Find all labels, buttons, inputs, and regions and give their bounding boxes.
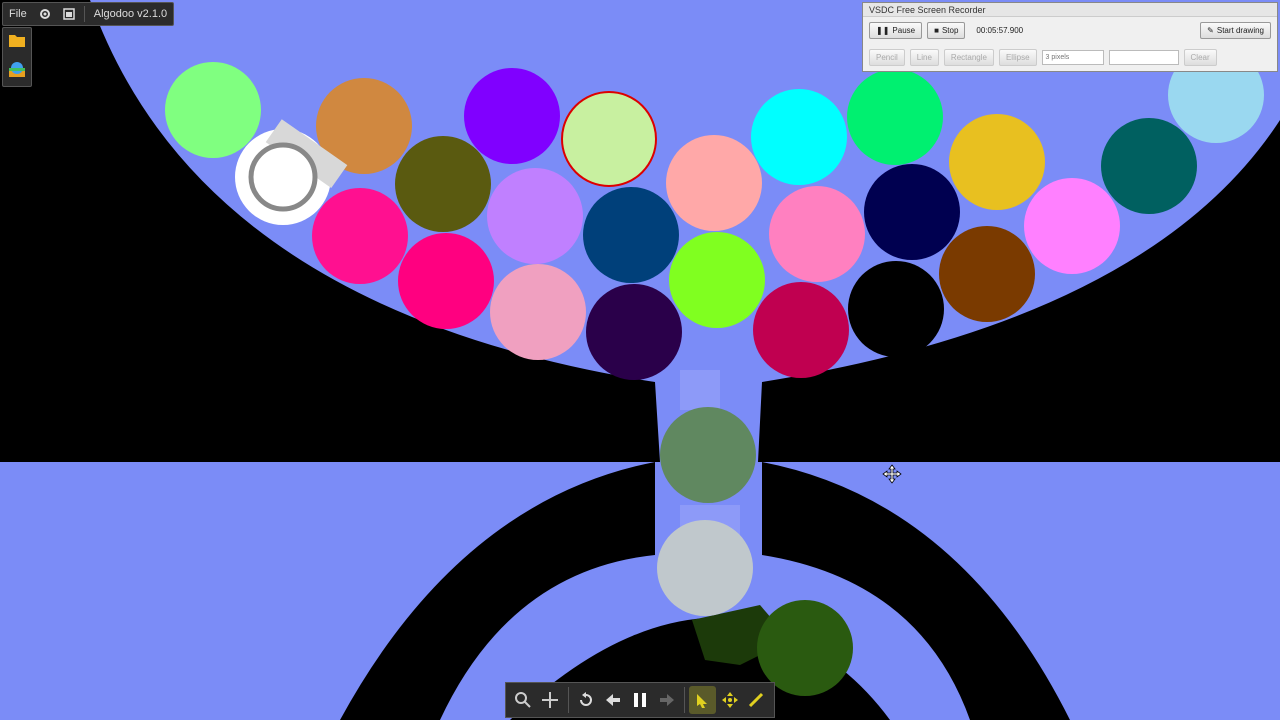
white-marble-core (261, 155, 305, 199)
simulation-canvas[interactable] (0, 0, 1280, 720)
recorder-title: VSDC Free Screen Recorder (863, 3, 1277, 17)
menu-separator (83, 6, 85, 22)
marble[interactable] (864, 164, 960, 260)
pause-icon: ❚❚ (876, 26, 890, 35)
marble[interactable] (657, 520, 753, 616)
open-folder-icon[interactable] (8, 32, 26, 53)
marble[interactable] (464, 68, 560, 164)
scene-icon[interactable] (8, 60, 26, 83)
marble[interactable] (666, 135, 762, 231)
marble[interactable] (312, 188, 408, 284)
marble[interactable] (751, 89, 847, 185)
marble[interactable] (1101, 118, 1197, 214)
move-cursor-icon (882, 464, 902, 484)
color-select[interactable] (1108, 50, 1179, 65)
marble[interactable] (939, 226, 1035, 322)
move-tool-icon[interactable] (716, 686, 743, 714)
app-version-label: Algodoo v2.1.0 (93, 8, 168, 20)
sticker-marble[interactable] (561, 91, 657, 187)
marble[interactable] (487, 168, 583, 264)
stop-button[interactable]: ■ Stop (927, 22, 966, 39)
pan-icon[interactable] (537, 686, 564, 714)
marble[interactable] (398, 233, 494, 329)
clear-label: Clear (1190, 53, 1210, 62)
ellipse-label: Ellipse (1005, 53, 1030, 62)
algodoo-bottom-toolbar (505, 682, 775, 718)
step-back-icon[interactable] (600, 686, 627, 714)
pause-label: Pause (892, 26, 916, 35)
settings-gear-icon[interactable] (33, 3, 57, 25)
undo-icon[interactable] (573, 686, 600, 714)
ellipse-button[interactable]: Ellipse (998, 49, 1037, 66)
window-icon[interactable] (57, 3, 81, 25)
pause-button[interactable]: ❚❚ Pause (869, 22, 923, 39)
marble[interactable] (847, 69, 943, 165)
rectangle-button[interactable]: Rectangle (943, 49, 994, 66)
drawing-icon: ✎ (1207, 26, 1214, 35)
toolbar-separator (684, 687, 686, 713)
thickness-select[interactable]: 3 pixels (1041, 50, 1104, 65)
marble[interactable] (1024, 178, 1120, 274)
step-forward-icon[interactable] (653, 686, 680, 714)
algodoo-sidebar (2, 27, 32, 87)
marble[interactable] (660, 407, 756, 503)
start-drawing-button[interactable]: ✎ Start drawing (1200, 22, 1271, 39)
line-label: Line (916, 53, 932, 62)
zoom-icon[interactable] (510, 686, 537, 714)
marble[interactable] (586, 284, 682, 380)
marble[interactable] (165, 62, 261, 158)
elapsed-time: 00:05:57.900 (976, 26, 1024, 35)
marble[interactable] (949, 114, 1045, 210)
stop-icon: ■ (934, 26, 939, 35)
spinner-blade (680, 370, 720, 410)
marble[interactable] (848, 261, 944, 357)
marble[interactable] (490, 264, 586, 360)
stop-label: Stop (941, 26, 959, 35)
marble[interactable] (395, 136, 491, 232)
rectangle-label: Rectangle (950, 53, 987, 62)
screen-recorder-window: VSDC Free Screen Recorder ❚❚ Pause ■ Sto… (862, 2, 1278, 72)
drag-tool-icon[interactable] (689, 686, 717, 714)
file-menu[interactable]: File (3, 3, 33, 25)
pencil-label: Pencil (876, 53, 898, 62)
toolbar-separator (567, 687, 569, 713)
algodoo-menubar: File Algodoo v2.1.0 (2, 2, 175, 26)
marble[interactable] (769, 186, 865, 282)
start-drawing-label: Start drawing (1216, 26, 1264, 35)
marble[interactable] (753, 282, 849, 378)
recorder-drawing-row: Pencil Line Rectangle Ellipse 3 pixels C… (863, 44, 1277, 71)
pause-icon[interactable] (627, 686, 654, 714)
marble[interactable] (669, 232, 765, 328)
recorder-controls-row: ❚❚ Pause ■ Stop 00:05:57.900 ✎ Start dra… (863, 17, 1277, 44)
sketch-tool-icon[interactable] (743, 686, 770, 714)
pencil-button[interactable]: Pencil (869, 49, 905, 66)
line-button[interactable]: Line (909, 49, 939, 66)
marble[interactable] (583, 187, 679, 283)
clear-button[interactable]: Clear (1183, 49, 1217, 66)
